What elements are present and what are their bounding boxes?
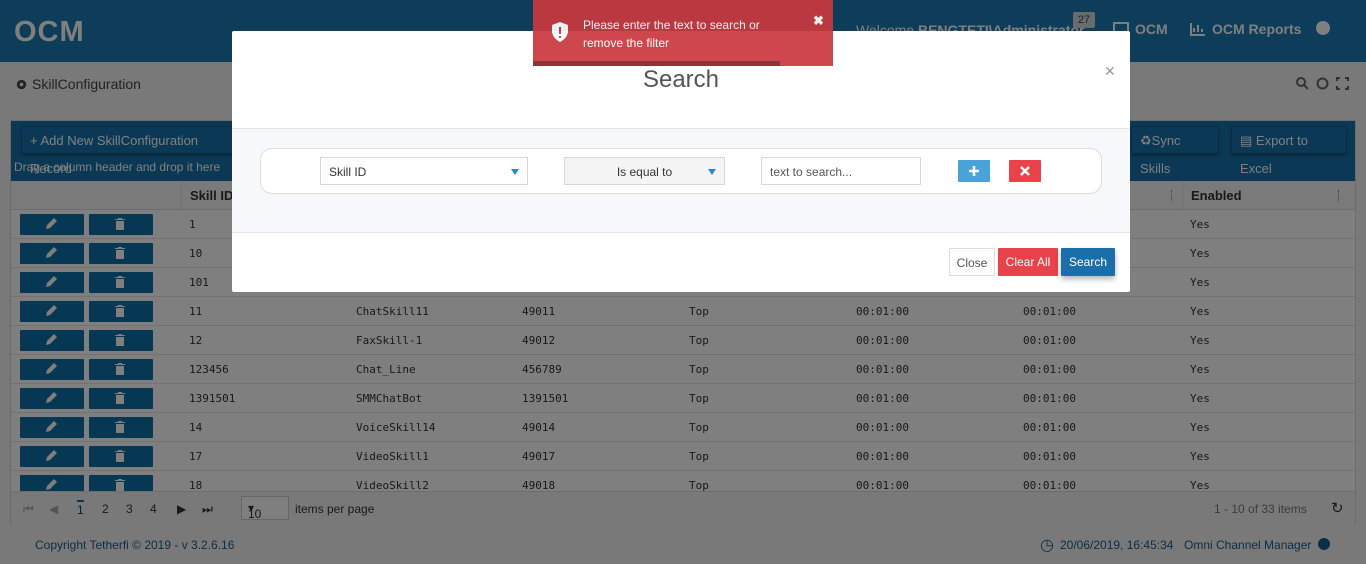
divider (232, 232, 1130, 233)
toast-close-icon[interactable]: ✖ (813, 13, 824, 29)
clear-all-button[interactable]: Clear All (998, 248, 1058, 276)
close-button[interactable]: Close (949, 248, 995, 276)
operator-select[interactable]: Is equal to (564, 157, 725, 185)
remove-filter-button[interactable] (1009, 160, 1041, 182)
close-icon (1020, 166, 1030, 176)
field-select[interactable]: Skill ID (320, 157, 528, 185)
search-button[interactable]: Search (1061, 248, 1115, 276)
plus-icon (969, 166, 979, 176)
chevron-down-icon (708, 169, 716, 175)
toast-message: Please enter the text to search or remov… (583, 18, 760, 50)
shield-alert-icon (552, 22, 568, 42)
error-toast: Please enter the text to search or remov… (533, 0, 833, 66)
search-text-input[interactable]: text to search... (761, 157, 921, 185)
chevron-down-icon (511, 169, 519, 175)
toast-progress-bar (533, 61, 780, 66)
search-modal: Search ✕ Skill ID Is equal to text to se… (232, 31, 1130, 292)
filter-area: Skill ID Is equal to text to search... (232, 129, 1130, 232)
modal-close-icon[interactable]: ✕ (1104, 63, 1116, 80)
filter-row: Skill ID Is equal to text to search... (260, 148, 1102, 194)
add-filter-button[interactable] (958, 160, 990, 182)
modal-title: Search (642, 66, 720, 93)
